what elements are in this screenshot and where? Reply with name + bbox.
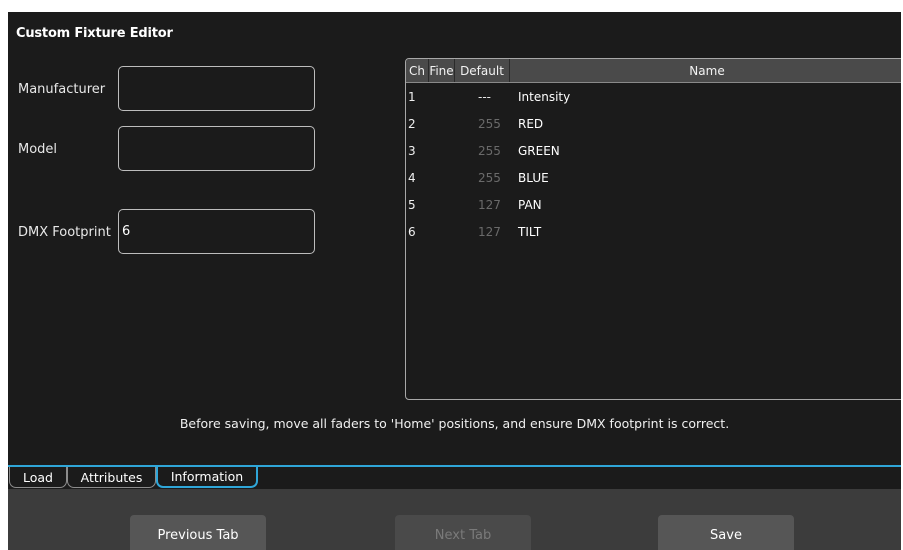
channel-table-body: 1 --- Intensity 2 255 RED 3 255 GREEN 4 255 BLUE 5 12… (406, 83, 901, 245)
cell-name: GREEN (518, 143, 560, 158)
tab-load[interactable]: Load (9, 467, 67, 488)
cell-name: PAN (518, 197, 542, 212)
cell-ch: 1 (408, 89, 416, 104)
manufacturer-field[interactable] (118, 66, 315, 111)
cell-default: 255 (478, 143, 501, 158)
channel-table[interactable]: Ch Fine Default Name 1 --- Intensity 2 255 RE… (405, 58, 901, 400)
cell-ch: 6 (408, 224, 416, 239)
save-label: Save (710, 527, 742, 543)
model-field[interactable] (118, 126, 315, 171)
table-row[interactable]: 1 --- Intensity (406, 83, 901, 110)
save-button[interactable]: Save (658, 515, 794, 550)
cell-ch: 3 (408, 143, 416, 158)
table-row[interactable]: 6 127 TILT (406, 218, 901, 245)
cell-default: 255 (478, 170, 501, 185)
dmx-footprint-label: DMX Footprint (18, 225, 111, 240)
cell-default: 127 (478, 224, 501, 239)
cell-name: TILT (518, 224, 542, 239)
dialog-title: Custom Fixture Editor (16, 26, 173, 41)
table-row[interactable]: 5 127 PAN (406, 191, 901, 218)
previous-tab-button[interactable]: Previous Tab (130, 515, 266, 550)
cell-name: BLUE (518, 170, 549, 185)
next-tab-button[interactable]: Next Tab (395, 515, 531, 550)
table-row[interactable]: 4 255 BLUE (406, 164, 901, 191)
dmx-footprint-field[interactable]: 6 (118, 209, 315, 254)
cell-ch: 4 (408, 170, 416, 185)
previous-tab-label: Previous Tab (157, 527, 239, 543)
next-tab-label: Next Tab (434, 527, 492, 543)
cell-default: 127 (478, 197, 501, 212)
column-header-default[interactable]: Default (455, 59, 510, 82)
column-header-name[interactable]: Name (510, 59, 901, 82)
cell-ch: 2 (408, 116, 416, 131)
tab-information[interactable]: Information (156, 467, 258, 488)
model-label: Model (18, 142, 58, 157)
cell-name: Intensity (518, 89, 571, 104)
column-header-ch[interactable]: Ch (406, 59, 429, 82)
column-header-fine[interactable]: Fine (429, 59, 455, 82)
table-row[interactable]: 2 255 RED (406, 110, 901, 137)
table-row[interactable]: 3 255 GREEN (406, 137, 901, 164)
cell-default: 255 (478, 116, 501, 131)
channel-table-header: Ch Fine Default Name (406, 59, 901, 83)
tab-bar: Load Attributes Information (8, 467, 901, 489)
tab-attributes[interactable]: Attributes (67, 467, 156, 488)
cell-ch: 5 (408, 197, 416, 212)
manufacturer-label: Manufacturer (18, 82, 106, 97)
custom-fixture-editor-dialog: Custom Fixture Editor Manufacturer Model… (8, 12, 901, 550)
cell-name: RED (518, 116, 544, 131)
save-notice: Before saving, move all faders to 'Home'… (179, 416, 730, 431)
cell-default: --- (478, 89, 491, 104)
button-bar: Previous Tab Next Tab Save (8, 489, 901, 550)
